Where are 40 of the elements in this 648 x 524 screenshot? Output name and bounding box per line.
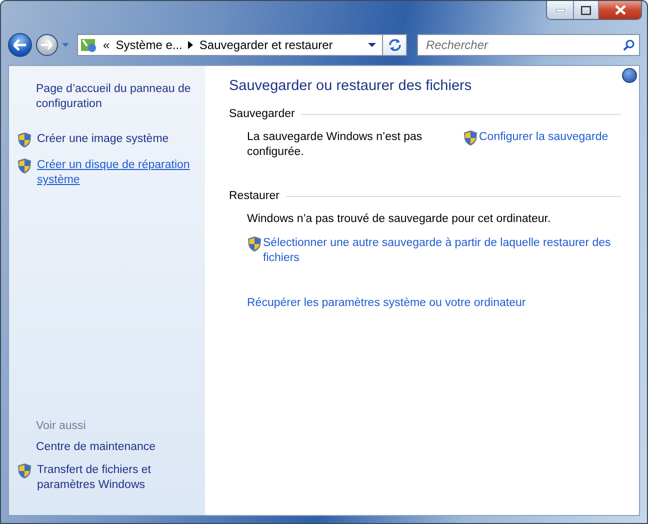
search-icon[interactable] [623,39,635,51]
dropdown-caret-icon[interactable] [368,43,376,47]
breadcrumb-arrow-icon[interactable] [188,41,194,49]
sidebar-link-text: Transfert de fichiers et paramètres Windows [37,463,152,493]
forward-button[interactable] [36,34,58,56]
section-heading: Sauvegarder [229,108,295,120]
close-icon [614,5,626,15]
sidebar-link-text: Créer une image système [37,132,169,147]
shield-icon [17,158,32,174]
shield-icon [247,236,262,252]
shield-icon [17,463,32,479]
recover-system-link[interactable]: Récupérer les paramètres système ou votre ordinateur [247,297,526,309]
maximize-icon [581,6,591,14]
maximize-button[interactable] [573,1,598,19]
breadcrumb-item[interactable]: Sauvegarder et restaurer [199,38,333,52]
breadcrumb-item[interactable]: Système e... [116,38,182,52]
address-bar[interactable]: « Système e... Sauvegarder et restaurer [77,34,383,56]
close-button[interactable] [598,1,641,19]
breadcrumb-overflow[interactable]: « [103,38,110,52]
sidebar-link[interactable]: Créer une image système [17,132,197,148]
backup-status: La sauvegarde Windows n’est pas configurée. [247,130,424,160]
refresh-button[interactable] [383,34,407,56]
section-heading: Restaurer [229,190,280,202]
left-arrow-icon [13,39,27,51]
sidebar-link-text: Centre de maintenance [36,440,156,455]
restore-status: Windows n’a pas trouvé de sauvegarde pour cet ordinateur. [247,212,552,227]
search-input[interactable]: Rechercher [424,37,623,53]
configure-backup-link[interactable]: Configurer la sauvegarde [479,130,608,145]
shield-icon [17,132,32,148]
select-backup-link[interactable]: Sélectionner une autre sauvegarde à partir de laquelle restaurer des fichiers [263,236,621,266]
shield-icon [463,130,478,146]
right-arrow-icon [41,40,53,50]
refresh-icon [388,38,402,52]
sidebar-link[interactable]: Centre de maintenance [17,440,197,455]
back-button[interactable] [8,33,32,57]
page-title: Sauvegarder ou restaurer des fichiers [229,78,473,94]
see-also-heading: Voir aussi [35,420,87,432]
search-field[interactable]: Rechercher [417,34,640,56]
minimize-icon [556,8,564,12]
sidebar-link[interactable]: Transfert de fichiers et paramètres Windows [17,463,197,493]
